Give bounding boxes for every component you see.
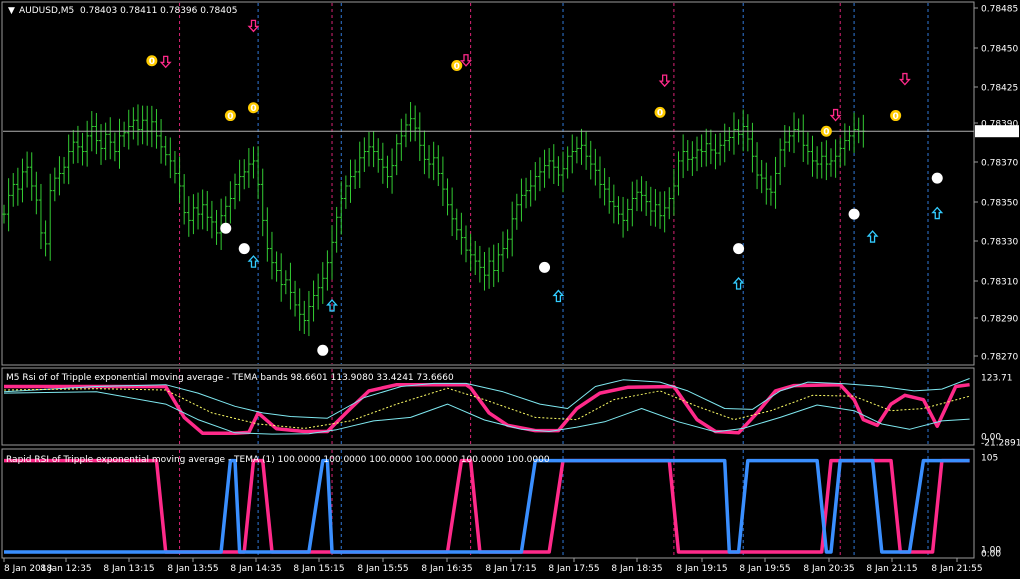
signal-text-18: 0 — [823, 128, 829, 138]
price-tick-8: 0.78310 — [981, 278, 1018, 288]
signal-text-0: 0 — [149, 57, 155, 67]
time-tick-5: 8 Jan 15:15 — [293, 564, 344, 574]
rsi-indicator-title: M5 Rsi of of Tripple exponential moving … — [6, 373, 454, 383]
price-tick-1: 0.78450 — [981, 45, 1018, 55]
time-tick-3: 8 Jan 13:55 — [167, 564, 218, 574]
chart-window[interactable]: 0.78405 00000000000000 0.784850.784500.7… — [0, 0, 1020, 579]
rapid-indicator-title: Rapid RSI of Tripple exponential moving … — [6, 455, 550, 465]
rapid-tick-2: 0.00 — [981, 550, 1001, 560]
price-tick-6: 0.78350 — [981, 199, 1018, 209]
price-tick-2: 0.78425 — [981, 84, 1018, 94]
rsi-tick-0: 123.71 — [981, 374, 1013, 384]
signal-text-3: 0 — [250, 104, 256, 114]
rsi-tick-2: -21.2891 — [981, 439, 1020, 449]
chart-background — [0, 0, 1020, 579]
signal-text-5: 0 — [223, 225, 229, 235]
time-tick-9: 8 Jan 17:55 — [548, 564, 599, 574]
signal-text-22: 0 — [893, 112, 899, 122]
price-tick-4: 0.78390 — [981, 120, 1018, 130]
time-tick-14: 8 Jan 21:15 — [866, 564, 917, 574]
time-tick-8: 8 Jan 17:15 — [485, 564, 536, 574]
rapid-tick-0: 105 — [981, 454, 998, 464]
price-tick-0: 0.78485 — [981, 5, 1018, 15]
signal-text-10: 0 — [454, 62, 460, 72]
price-tick-10: 0.78270 — [981, 353, 1018, 363]
signal-text-14: 0 — [657, 109, 663, 119]
time-tick-6: 8 Jan 15:55 — [357, 564, 408, 574]
ohlc-values: 0.78403 0.78411 0.78396 0.78405 — [80, 6, 237, 16]
signal-text-2: 0 — [227, 112, 233, 122]
time-tick-15: 8 Jan 21:55 — [931, 564, 982, 574]
time-tick-7: 8 Jan 16:35 — [421, 564, 472, 574]
symbol-dropdown-icon[interactable]: ▼ — [8, 6, 15, 16]
price-tick-7: 0.78330 — [981, 238, 1018, 248]
time-tick-1: 8 Jan 12:35 — [40, 564, 91, 574]
time-tick-10: 8 Jan 18:35 — [611, 564, 662, 574]
signal-text-6: 0 — [241, 245, 247, 255]
price-tick-5: 0.78370 — [981, 159, 1018, 169]
signal-text-12: 0 — [541, 264, 547, 274]
price-tick-9: 0.78290 — [981, 315, 1018, 325]
signal-text-20: 0 — [851, 210, 857, 220]
time-tick-12: 8 Jan 19:55 — [739, 564, 790, 574]
symbol-label: AUDUSD,M5 — [19, 6, 74, 16]
signal-text-24: 0 — [934, 174, 940, 184]
signal-text-9: 0 — [320, 347, 326, 357]
time-tick-2: 8 Jan 13:15 — [103, 564, 154, 574]
signal-text-16: 0 — [735, 245, 741, 255]
time-tick-4: 8 Jan 14:35 — [230, 564, 281, 574]
time-tick-11: 8 Jan 19:15 — [676, 564, 727, 574]
time-tick-13: 8 Jan 20:35 — [803, 564, 854, 574]
